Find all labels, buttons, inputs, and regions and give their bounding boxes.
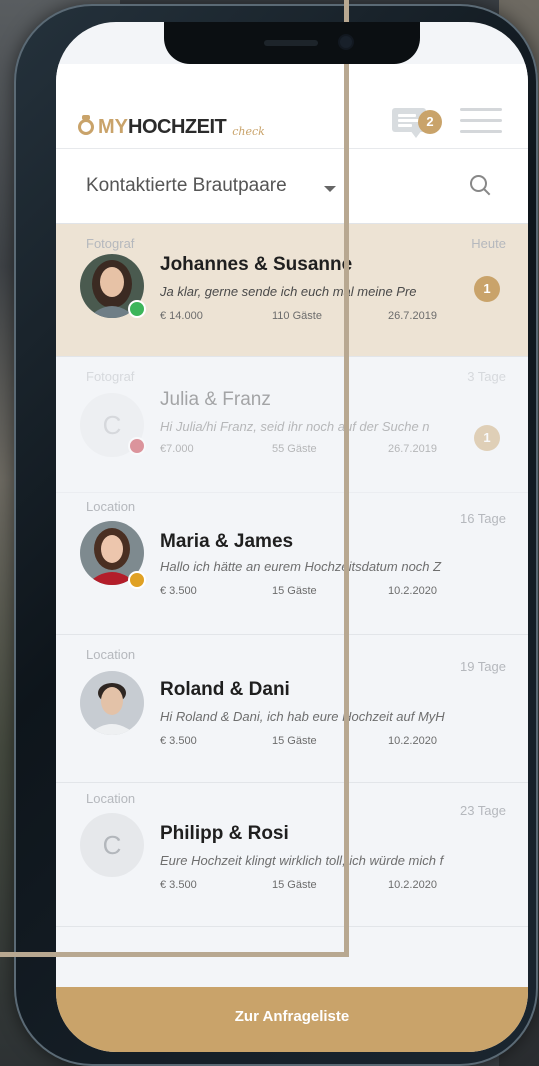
list-item[interactable]: Fotograf Heute Johannes & Susanne Ja kla… [56, 224, 528, 357]
conversation-name: Johannes & Susanne [160, 254, 353, 275]
request-list-button[interactable]: Zur Anfrageliste [56, 987, 528, 1052]
camera [340, 36, 352, 48]
phone-frame: MY HOCHZEIT check 2 Kontaktierte Brautpa… [14, 4, 538, 1066]
category-label: Fotograf [86, 236, 135, 251]
price: € 3.500 [160, 879, 197, 891]
age-label: 16 Tage [459, 511, 506, 526]
filter-bar: Kontaktierte Brautpaare [56, 149, 528, 224]
age-label: 19 Tage [459, 659, 506, 674]
category-label: Location [86, 791, 136, 806]
logo-hochzeit: HOCHZEIT [128, 115, 227, 138]
guests: 110 Gäste [272, 310, 322, 322]
conversation-name: Maria & James [160, 531, 294, 552]
speaker [264, 40, 318, 46]
guests: 15 Gäste [272, 585, 317, 597]
status-dot [128, 437, 146, 455]
conversation-name: Julia & Franz [160, 389, 271, 410]
date: 26.7.2019 [388, 443, 437, 455]
chevron-down-icon[interactable] [324, 186, 336, 192]
date: 10.2.2020 [388, 735, 437, 747]
avatar: C [80, 813, 144, 877]
conversation-list: Fotograf Heute Johannes & Susanne Ja kla… [56, 224, 528, 927]
logo[interactable]: MY HOCHZEIT check [78, 112, 265, 142]
price: € 14.000 [160, 310, 203, 322]
list-item[interactable]: Location 19 Tage Roland & Dani Hi Roland… [56, 635, 528, 783]
price: €7.000 [160, 443, 194, 455]
list-item[interactable]: Fotograf 3 Tage C Julia & Franz Hi Julia… [56, 357, 528, 493]
date: 26.7.2019 [388, 310, 437, 322]
avatar-letter: C [102, 830, 122, 860]
list-item[interactable]: Location 23 Tage C Philipp & Rosi Eure H… [56, 783, 528, 927]
guests: 15 Gäste [272, 735, 317, 747]
message-count-badge: 2 [418, 110, 442, 134]
age-label: Heute [471, 236, 506, 251]
conversation-name: Roland & Dani [160, 679, 290, 700]
online-status-dot [128, 300, 146, 318]
message-snippet: Ja klar, gerne sende ich euch mal meine … [160, 284, 417, 299]
category-label: Fotograf [86, 369, 135, 384]
message-snippet: Eure Hochzeit klingt wirklich toll, ich … [160, 853, 444, 868]
age-label: 3 Tage [467, 369, 506, 384]
logo-my: MY [98, 115, 128, 138]
guests: 15 Gäste [272, 879, 317, 891]
decorative-frame-line-vertical [344, 0, 349, 956]
category-label: Location [86, 647, 136, 662]
message-snippet: Hi Julia/hi Franz, seid ihr noch auf der… [160, 419, 430, 434]
phone-screen: MY HOCHZEIT check 2 Kontaktierte Brautpa… [56, 22, 528, 1052]
price: € 3.500 [160, 585, 197, 597]
list-item[interactable]: Location 16 Tage Maria & James Hallo ich… [56, 493, 528, 635]
menu-icon[interactable] [460, 108, 502, 134]
date: 10.2.2020 [388, 585, 437, 597]
age-label: 23 Tage [459, 803, 506, 818]
decorative-frame-line-horizontal [0, 952, 349, 957]
message-snippet: Hi Roland & Dani, ich hab eure Hochzeit … [160, 709, 445, 724]
filter-dropdown-label[interactable]: Kontaktierte Brautpaare [86, 175, 287, 197]
search-icon[interactable] [468, 173, 492, 197]
message-snippet: Hallo ich hätte an eurem Hochzeitsdatum … [160, 559, 442, 574]
logo-sub: check [232, 124, 265, 138]
unread-badge: 1 [474, 276, 500, 302]
status-dot [128, 571, 146, 589]
phone-notch [164, 22, 420, 64]
category-label: Location [86, 499, 136, 514]
ring-icon [78, 115, 94, 135]
price: € 3.500 [160, 735, 197, 747]
avatar [80, 671, 144, 735]
unread-badge: 1 [474, 425, 500, 451]
date: 10.2.2020 [388, 879, 437, 891]
conversation-name: Philipp & Rosi [160, 823, 289, 844]
guests: 55 Gäste [272, 443, 317, 455]
